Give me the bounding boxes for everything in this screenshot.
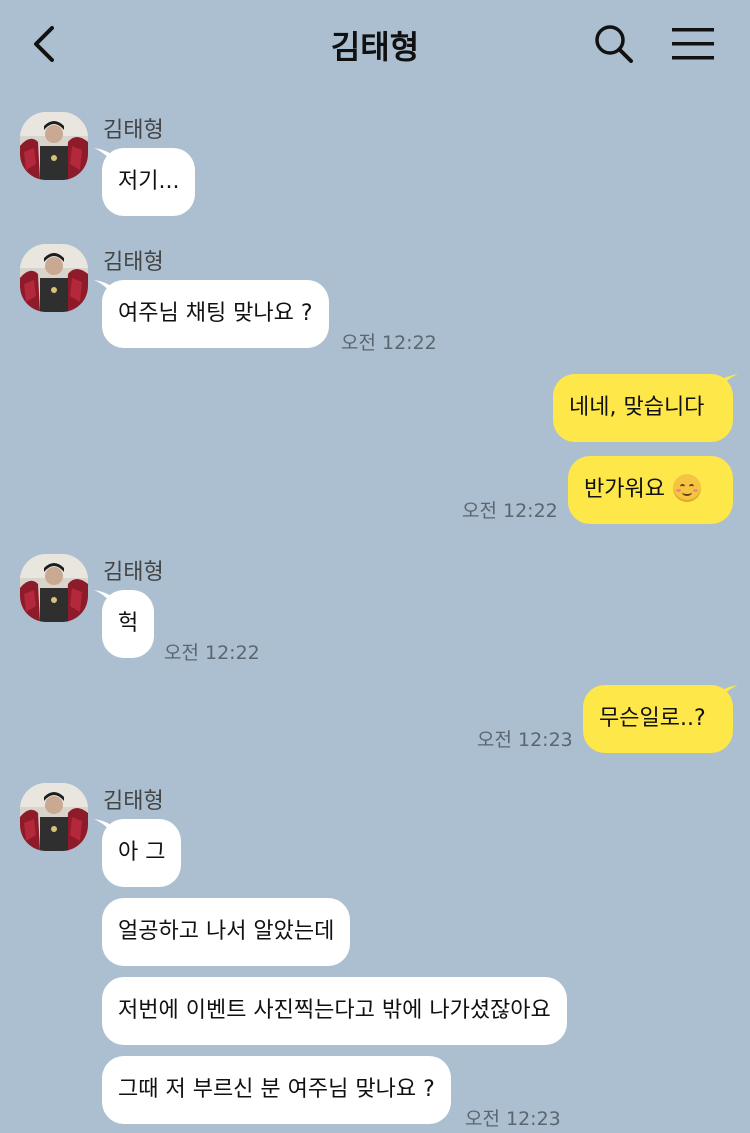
message-bubble-outgoing[interactable]: 무슨일로..? <box>583 685 733 753</box>
message-time: 오전 12:22 <box>164 642 260 664</box>
sender-name: 김태형 <box>103 560 164 585</box>
sender-avatar[interactable] <box>20 112 88 180</box>
message-bubble-outgoing[interactable]: 반가워요 <box>568 456 733 524</box>
message-bubble-incoming[interactable]: 얼공하고 나서 알았는데 <box>102 898 351 966</box>
menu-button[interactable] <box>670 24 718 64</box>
sender-avatar[interactable] <box>20 244 88 312</box>
sender-name: 김태형 <box>103 118 164 143</box>
message-bubble-incoming[interactable]: 그때 저 부르신 분 여주님 맞나요 ? <box>102 1056 451 1124</box>
sender-avatar[interactable] <box>20 554 88 622</box>
hamburger-menu-icon <box>672 28 714 60</box>
message-time: 오전 12:22 <box>462 500 558 522</box>
chat-title: 김태형 <box>330 28 420 66</box>
message-bubble-incoming[interactable]: 저번에 이벤트 사진찍는다고 밖에 나가셨잖아요 <box>102 977 567 1045</box>
message-text: 반가워요 <box>584 477 665 502</box>
message-bubble-outgoing[interactable]: 네네, 맞습니다 <box>553 374 733 442</box>
message-bubble-incoming[interactable]: 헉 <box>102 590 155 658</box>
message-bubble-incoming[interactable]: 아 그 <box>102 819 182 887</box>
smiling-face-icon <box>672 474 701 502</box>
sender-avatar[interactable] <box>20 783 88 851</box>
message-time: 오전 12:23 <box>477 729 573 751</box>
search-button[interactable] <box>592 22 636 66</box>
search-icon <box>595 25 633 63</box>
message-bubble-incoming[interactable]: 여주님 채팅 맞나요 ? <box>102 280 329 348</box>
chat-header: 김태형 <box>0 0 750 88</box>
message-time: 오전 12:22 <box>341 332 437 354</box>
message-time: 오전 12:23 <box>465 1108 561 1130</box>
sender-name: 김태형 <box>103 250 164 275</box>
sender-name: 김태형 <box>103 789 164 814</box>
message-bubble-incoming[interactable]: 저기... <box>102 148 196 216</box>
